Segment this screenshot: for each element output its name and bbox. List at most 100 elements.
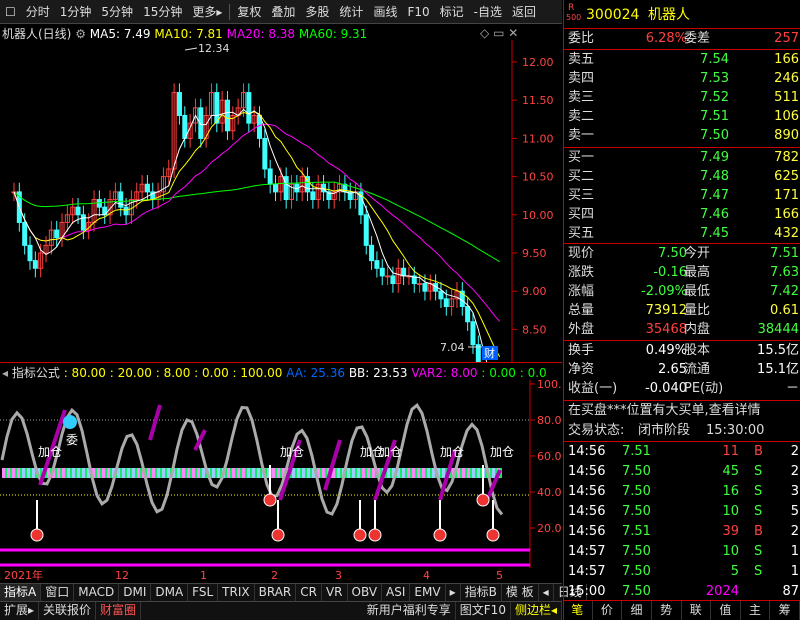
ask-row[interactable]: 卖五 7.54 166 [564, 50, 800, 70]
kline-chart[interactable]: 12.0011.5011.0010.5010.009.509.008.508.0… [0, 40, 562, 362]
high-marker-line [184, 47, 198, 51]
settings-icon[interactable]: ⚙ [75, 27, 86, 41]
scroll-left-icon[interactable]: ◂ [539, 584, 554, 601]
tab-dma[interactable]: DMA [151, 584, 189, 601]
minimize-icon[interactable]: ▭ [493, 26, 504, 40]
candle-body [80, 214, 86, 231]
band-stripe [137, 468, 140, 478]
tab-asi[interactable]: ASI [382, 584, 411, 601]
bid-row[interactable]: 买一 7.49 782 [564, 148, 800, 168]
ask-row[interactable]: 卖四 7.53 246 [564, 69, 800, 89]
indicator-axis-ticks: 100.00 80.00 60.00 40.00 20.00 [530, 380, 562, 535]
tab-vr[interactable]: VR [322, 584, 348, 601]
ask-row[interactable]: 卖一 7.50 890 [564, 126, 800, 146]
indicator-legend: ◂ 指标公式 : 80.00 : 20.00 : 8.00 : 0.00 : 1… [2, 364, 547, 381]
tab-dmi[interactable]: DMI [119, 584, 152, 601]
tab-brar[interactable]: BRAR [255, 584, 297, 601]
band-stripe [352, 468, 355, 478]
nav-7[interactable]: 筹 [770, 601, 800, 620]
stats-button[interactable]: 统计 [334, 1, 368, 23]
more-button[interactable]: 更多▸ [187, 1, 227, 23]
remove-watchlist-button[interactable]: -自选 [469, 1, 507, 23]
diamond-icon[interactable]: ◇ [480, 26, 489, 40]
nav-5[interactable]: 值 [711, 601, 741, 620]
band-stripe [22, 468, 25, 478]
ask-row[interactable]: 卖三 7.52 511 [564, 88, 800, 108]
tab-template[interactable]: 模 板 [502, 584, 539, 601]
big-order-notice[interactable]: 在买盘***位置有大买单,查看详情 [568, 401, 761, 421]
fuquan-button[interactable]: 复权 [232, 1, 266, 23]
candlesticks [11, 83, 481, 362]
tick-time: 14:57 [568, 564, 606, 579]
band-stripe [72, 468, 75, 478]
tick-volume: 16 [722, 484, 739, 499]
band-stripe [242, 468, 245, 478]
overlay-button[interactable]: 叠加 [266, 1, 300, 23]
band-stripe [32, 468, 35, 478]
tab-5min[interactable]: 5分钟 [96, 1, 138, 23]
tab-cr[interactable]: CR [296, 584, 322, 601]
bid-row[interactable]: 买五 7.45 432 [564, 224, 800, 244]
draw-line-button[interactable]: 画线 [368, 1, 402, 23]
indicator-title[interactable]: 指标公式 [12, 366, 60, 380]
tick-row: 14:56 7.51 11 B 2 [564, 442, 800, 462]
tab-emv[interactable]: EMV [410, 584, 446, 601]
tab-fenshi[interactable]: 分时 [21, 1, 55, 23]
scroll-right-icon[interactable]: ▸ [446, 584, 461, 601]
notice-row[interactable]: 在买盘***位置有大买单,查看详情 [564, 401, 800, 421]
tab-1min[interactable]: 1分钟 [55, 1, 97, 23]
nav-0[interactable]: 笔 [563, 601, 593, 620]
close-icon[interactable]: ✕ [508, 26, 518, 40]
nav-4[interactable]: 联 [682, 601, 712, 620]
weicha-value: 257 [774, 31, 799, 46]
bid-row[interactable]: 买四 7.46 166 [564, 205, 800, 225]
signal-dot [486, 528, 500, 542]
band-stripe [212, 468, 215, 478]
candle-body [176, 92, 182, 116]
stat-row: 涨跌 -0.16 最高 7.63 [564, 263, 800, 283]
nav-3[interactable]: 势 [652, 601, 682, 620]
tab-trix[interactable]: TRIX [218, 584, 255, 601]
tab-indicator-a[interactable]: 指标A [0, 584, 42, 601]
nav-2[interactable]: 细 [622, 601, 652, 620]
jiacang-label: 加仓 [378, 445, 402, 459]
bid-row[interactable]: 买二 7.48 625 [564, 167, 800, 187]
menu-icon[interactable]: ☐ [0, 1, 21, 23]
stat-row: 外盘 35468 内盘 38444 [564, 320, 800, 340]
collapse-icon[interactable]: ◂ [2, 366, 8, 380]
bid-volume: 782 [774, 150, 799, 165]
tab-fsl[interactable]: FSL [188, 584, 219, 601]
stat-v2: 38444 [757, 322, 799, 337]
tab-window[interactable]: 窗口 [41, 584, 75, 601]
wei-marker-icon [63, 415, 77, 429]
tab-15min[interactable]: 15分钟 [138, 1, 187, 23]
tab-new-user-benefit[interactable]: 新用户福利专享 [363, 602, 456, 620]
stat-l1: 涨跌 [568, 265, 595, 280]
nav-6[interactable]: 主 [741, 601, 771, 620]
ask-price: 7.53 [700, 71, 729, 86]
tab-indicator-b[interactable]: 指标B [461, 584, 502, 601]
ask-row[interactable]: 卖二 7.51 106 [564, 107, 800, 127]
stat-v2: 7.51 [770, 246, 799, 261]
cai-label[interactable]: 财 [484, 346, 495, 360]
ask-price: 7.54 [700, 52, 729, 67]
bid-row[interactable]: 买三 7.47 171 [564, 186, 800, 206]
tab-obv[interactable]: OBV [348, 584, 383, 601]
tab-macd[interactable]: MACD [74, 584, 120, 601]
tab-f10-graphic[interactable]: 图文F10 [456, 602, 511, 620]
mark-button[interactable]: 标记 [435, 1, 469, 23]
tab-related-quote[interactable]: 关联报价 [39, 602, 97, 620]
band-stripe [442, 468, 445, 478]
multi-stock-button[interactable]: 多股 [300, 1, 334, 23]
bid-volume: 171 [774, 188, 799, 203]
band-stripe [182, 468, 185, 478]
nav-1[interactable]: 价 [593, 601, 623, 620]
indicator-chart[interactable]: 100.0080.0060.0040.0020.00 加仓加仓加仓加仓加仓加仓 … [0, 380, 562, 568]
tab-wealth-circle[interactable]: 财富圈 [96, 602, 142, 620]
f10-button[interactable]: F10 [402, 1, 434, 23]
stat-l1: 涨幅 [568, 284, 595, 299]
chart-title: 机器人(日线) [2, 27, 72, 41]
tab-sidebar[interactable]: 侧边栏◂ [511, 602, 562, 620]
back-button[interactable]: 返回 [507, 1, 541, 23]
tab-expand[interactable]: 扩展▸ [0, 602, 40, 620]
